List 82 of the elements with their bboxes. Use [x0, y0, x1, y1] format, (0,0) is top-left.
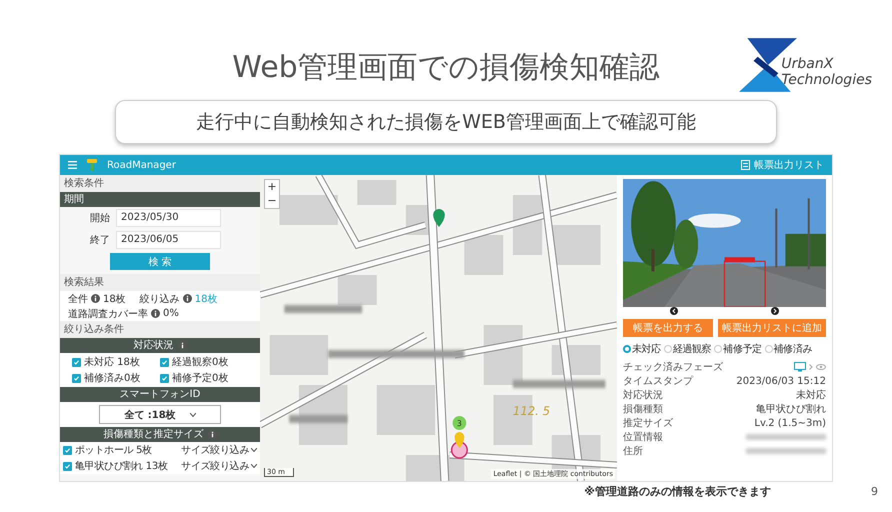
checkbox-label: 補修予定0枚: [172, 372, 228, 385]
building: [270, 335, 328, 375]
detail-value: 未対応: [796, 388, 826, 402]
elevation-label: 112. 5: [512, 404, 550, 418]
field-label: 開始: [90, 212, 110, 225]
checkbox[interactable]: [72, 374, 81, 382]
checkbox[interactable]: [63, 446, 72, 454]
building: [464, 235, 504, 275]
header-label: 損傷種類と推定サイズ: [104, 428, 204, 442]
checkbox-label: ポットホール 5枚: [75, 444, 152, 457]
subtitle-banner: 走行中に自動検知された損傷をWEB管理画面上で確認可能: [115, 100, 777, 144]
detail-label: 対応状況: [623, 388, 663, 402]
checkbox[interactable]: [160, 358, 169, 366]
section-title: 検索結果: [60, 274, 260, 291]
menu-icon[interactable]: [68, 161, 77, 169]
checkbox-label: 未対応 18枚: [84, 356, 140, 369]
building: [338, 275, 377, 305]
date-field[interactable]: 2023/06/05: [116, 231, 221, 249]
result-label: 絞り込み: [140, 292, 180, 306]
checkbox-label: 補修済み0枚: [84, 372, 140, 385]
caret-icon: [251, 464, 257, 468]
result-value: 18枚: [194, 292, 218, 306]
app-title: RoadManager: [107, 160, 176, 170]
detail-label: タイムスタンプ: [623, 374, 693, 388]
cluster-marker[interactable]: 3: [452, 416, 466, 430]
detail-label: 損傷種類: [623, 402, 663, 416]
previous-icon[interactable]: [670, 307, 678, 315]
checkbox[interactable]: [160, 374, 169, 382]
info-icon: [182, 294, 192, 303]
detail-value: 2023/06/03 15:12: [736, 376, 826, 386]
info-icon: [91, 294, 100, 303]
result-label: 道路調査カバー率: [68, 308, 148, 320]
checkbox-label: 経過観察0枚: [172, 356, 228, 369]
building: [552, 225, 600, 265]
caret-icon: [190, 412, 196, 416]
document-icon: [741, 160, 750, 170]
result-value: 18枚: [103, 292, 126, 306]
app-logo-icon: [85, 158, 99, 172]
field-label: 終了: [90, 234, 110, 247]
detail-label: 推定サイズ: [623, 416, 673, 430]
info-icon: [151, 309, 160, 318]
section-title: 絞り込み条件: [60, 321, 260, 338]
section-title: 検索条件: [60, 175, 260, 192]
monitor-icon: [794, 362, 806, 372]
header-label: 対応状況: [134, 338, 174, 353]
next-icon[interactable]: [771, 307, 780, 315]
phone-id-header: スマートフォンID: [60, 387, 260, 402]
building: [376, 385, 436, 435]
slide-title: Web管理画面での損傷検知確認: [232, 48, 660, 86]
size-filter-dropdown[interactable]: サイズ絞り込み: [181, 443, 257, 457]
detail-value: Lv.2 (1.5~3m): [754, 418, 826, 428]
detail-label: 住所: [623, 444, 643, 458]
checkbox[interactable]: [63, 462, 72, 470]
status-radio[interactable]: 補修予定: [714, 342, 762, 356]
status-radio[interactable]: 補修済み: [764, 342, 812, 356]
size-filter-dropdown[interactable]: サイズ絞り込み: [181, 459, 257, 473]
detail-label: チェック済みフェーズ: [623, 360, 723, 374]
result-value: 0%: [163, 308, 179, 319]
chevron-icon: [809, 364, 813, 370]
footnote: ※管理道路のみの情報を表示できます: [584, 484, 771, 499]
page-number: 9: [871, 485, 878, 498]
map-marker-icon[interactable]: [454, 432, 464, 448]
blurred-label: [289, 415, 348, 423]
info-icon: [208, 430, 216, 439]
logo-text: UrbanX: [781, 56, 834, 72]
info-icon: [178, 341, 186, 350]
period-header: 期間: [60, 192, 260, 207]
status-radio[interactable]: 経過観察: [664, 342, 712, 356]
detail-label: 位置情報: [623, 430, 663, 444]
detail-value: 亀甲状ひび割れ: [756, 402, 826, 416]
phone-select[interactable]: 全て :18枚: [99, 405, 221, 424]
map-marker-icon[interactable]: [433, 209, 445, 227]
result-label: 全件: [68, 292, 88, 306]
building: [357, 180, 396, 205]
checkbox-label: 亀甲状ひび割れ 13枚: [75, 460, 168, 473]
caret-icon: [251, 448, 257, 452]
logo-text: Technologies: [781, 72, 872, 88]
status-radio[interactable]: 未対応: [623, 342, 661, 356]
date-field[interactable]: 2023/05/30: [116, 209, 221, 227]
eye-icon: [816, 364, 826, 370]
checkbox[interactable]: [72, 358, 81, 366]
building: [279, 195, 338, 225]
